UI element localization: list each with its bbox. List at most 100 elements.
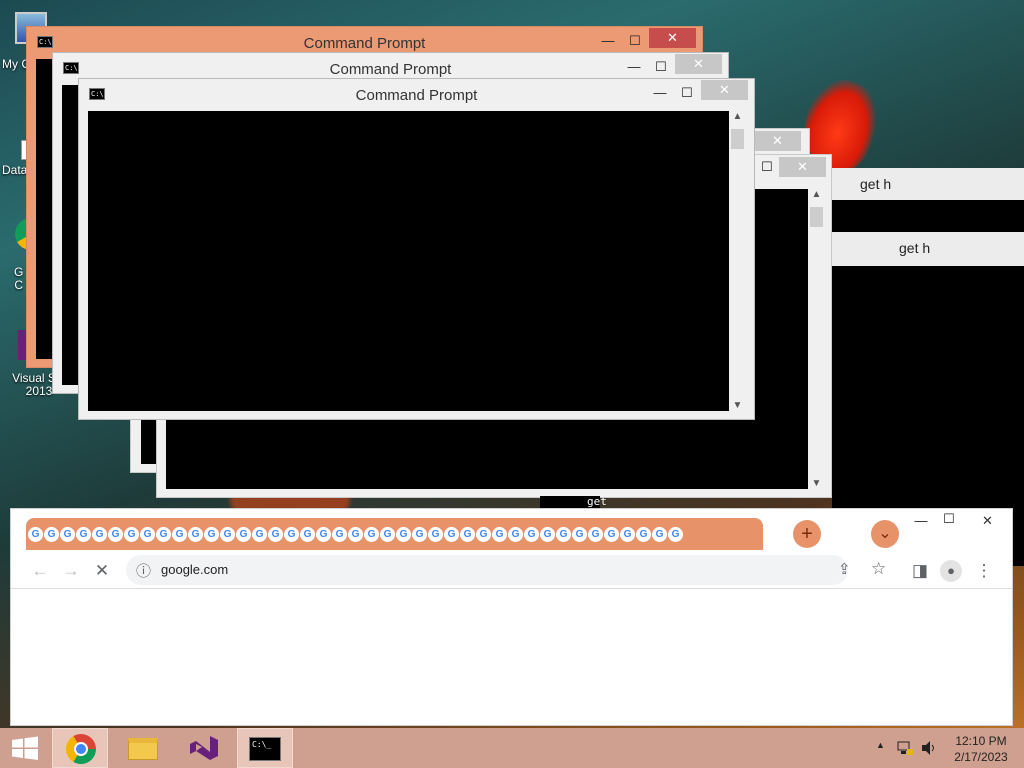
console-area — [88, 111, 729, 411]
tab-strip: GGGGGGGGGGGGGGGGGGGGGGGGGGGGGGGGGGGGGGGG… — [11, 509, 1012, 553]
background-window-titlebar[interactable]: get h — [832, 168, 1024, 202]
file-explorer-icon — [128, 738, 158, 760]
browser-tab[interactable]: G — [588, 526, 603, 542]
console-area — [832, 200, 1024, 232]
close-button[interactable]: ✕ — [779, 157, 826, 177]
scroll-thumb[interactable] — [731, 129, 744, 149]
browser-tab[interactable]: G — [348, 526, 363, 542]
taskbar-chrome[interactable] — [52, 728, 108, 768]
network-icon[interactable] — [896, 740, 914, 756]
browser-tab[interactable]: G — [428, 526, 443, 542]
browser-tab[interactable]: G — [412, 526, 427, 542]
profile-avatar[interactable]: ● — [940, 560, 962, 582]
browser-tab[interactable]: G — [172, 526, 187, 542]
tab-search-button[interactable]: ⌄ — [871, 520, 899, 548]
browser-tab[interactable]: G — [188, 526, 203, 542]
browser-tab[interactable]: G — [620, 526, 635, 542]
desktop-icon-label: Data — [2, 163, 28, 177]
close-button[interactable]: ✕ — [754, 131, 801, 151]
taskbar-command-prompt[interactable]: C:\_ — [237, 728, 293, 768]
site-info-icon[interactable]: ⓘ — [136, 560, 151, 581]
minimize-button[interactable]: — — [908, 511, 934, 531]
minimize-button[interactable]: — — [595, 31, 621, 51]
browser-tab[interactable]: G — [316, 526, 331, 542]
browser-tab[interactable]: G — [668, 526, 683, 542]
close-button[interactable]: ✕ — [701, 80, 748, 100]
taskbar: C:\_ ▲ 12:10 PM 2/17/2023 — [0, 728, 1024, 768]
share-icon[interactable]: ⇪ — [838, 560, 851, 578]
browser-tab[interactable]: G — [300, 526, 315, 542]
browser-tab[interactable]: G — [540, 526, 555, 542]
maximize-button[interactable]: ☐ — [674, 83, 700, 103]
taskbar-visual-studio[interactable] — [176, 728, 232, 768]
browser-tab[interactable]: G — [636, 526, 651, 542]
browser-tab[interactable]: G — [236, 526, 251, 542]
browser-tab[interactable]: G — [332, 526, 347, 542]
taskbar-file-explorer[interactable] — [115, 728, 171, 768]
close-button[interactable]: ✕ — [649, 28, 696, 48]
browser-tab[interactable]: G — [396, 526, 411, 542]
start-button[interactable] — [0, 728, 50, 768]
browser-tab[interactable]: G — [604, 526, 619, 542]
browser-tab[interactable]: G — [444, 526, 459, 542]
maximize-button[interactable]: ☐ — [648, 57, 674, 77]
browser-tab[interactable]: G — [476, 526, 491, 542]
browser-tab[interactable]: G — [156, 526, 171, 542]
chrome-window[interactable]: GGGGGGGGGGGGGGGGGGGGGGGGGGGGGGGGGGGGGGGG… — [10, 508, 1013, 726]
browser-tab[interactable]: G — [652, 526, 667, 542]
scrollbar[interactable]: ▲ ▼ — [729, 111, 746, 411]
background-window-titlebar[interactable]: get h — [832, 232, 1024, 266]
scroll-up-icon[interactable]: ▲ — [729, 111, 746, 122]
browser-tab[interactable]: G — [28, 526, 43, 542]
scroll-up-icon[interactable]: ▲ — [808, 189, 825, 200]
clock-date[interactable]: 2/17/2023 — [950, 750, 1012, 764]
browser-tab[interactable]: G — [76, 526, 91, 542]
scroll-thumb[interactable] — [810, 207, 823, 227]
back-button[interactable]: ← — [28, 559, 52, 583]
browser-tab[interactable]: G — [140, 526, 155, 542]
minimize-button[interactable]: — — [621, 57, 647, 77]
new-tab-button[interactable]: + — [793, 520, 821, 548]
maximize-button[interactable]: ☐ — [622, 31, 648, 51]
browser-tab[interactable]: G — [252, 526, 267, 542]
close-button[interactable]: ✕ — [964, 511, 1011, 531]
scrollbar[interactable]: ▲ ▼ — [808, 189, 825, 489]
scroll-down-icon[interactable]: ▼ — [729, 400, 746, 411]
side-panel-button[interactable]: ◨ — [908, 559, 932, 583]
browser-tab[interactable]: G — [284, 526, 299, 542]
volume-icon[interactable] — [920, 740, 938, 756]
url-text[interactable]: google.com — [161, 562, 228, 577]
browser-tab[interactable]: G — [524, 526, 539, 542]
browser-tab[interactable]: G — [108, 526, 123, 542]
browser-tab[interactable]: G — [220, 526, 235, 542]
page-content[interactable] — [17, 589, 1006, 725]
chrome-menu-button[interactable]: ⋮ — [972, 559, 996, 583]
address-bar[interactable]: ⓘ google.com ⇪ ☆ — [126, 555, 886, 585]
browser-tab[interactable]: G — [204, 526, 219, 542]
browser-tab[interactable]: G — [60, 526, 75, 542]
close-button[interactable]: ✕ — [675, 54, 722, 74]
forward-button[interactable]: → — [59, 559, 83, 583]
scroll-down-icon[interactable]: ▼ — [808, 478, 825, 489]
window-title: get h — [899, 240, 931, 256]
browser-tab[interactable]: G — [508, 526, 523, 542]
command-prompt-icon: C:\_ — [249, 737, 281, 761]
browser-tab[interactable]: G — [572, 526, 587, 542]
browser-tab[interactable]: G — [268, 526, 283, 542]
maximize-button[interactable]: ☐ — [936, 509, 962, 529]
browser-tab[interactable]: G — [92, 526, 107, 542]
maximize-button[interactable]: ☐ — [754, 157, 780, 177]
clock-time[interactable]: 12:10 PM — [950, 734, 1012, 748]
browser-tab[interactable]: G — [364, 526, 379, 542]
show-hidden-icons-icon[interactable]: ▲ — [876, 740, 885, 750]
minimize-button[interactable]: — — [647, 83, 673, 103]
bookmark-star-icon[interactable]: ☆ — [871, 559, 886, 579]
browser-tab[interactable]: G — [124, 526, 139, 542]
browser-tab[interactable]: G — [44, 526, 59, 542]
browser-tab[interactable]: G — [556, 526, 571, 542]
stop-loading-button[interactable]: ✕ — [90, 559, 114, 583]
command-prompt-window[interactable]: C:\ Command Prompt — ☐ ✕ ▲ ▼ — [78, 78, 755, 420]
browser-tab[interactable]: G — [380, 526, 395, 542]
browser-tab[interactable]: G — [492, 526, 507, 542]
browser-tab[interactable]: G — [460, 526, 475, 542]
